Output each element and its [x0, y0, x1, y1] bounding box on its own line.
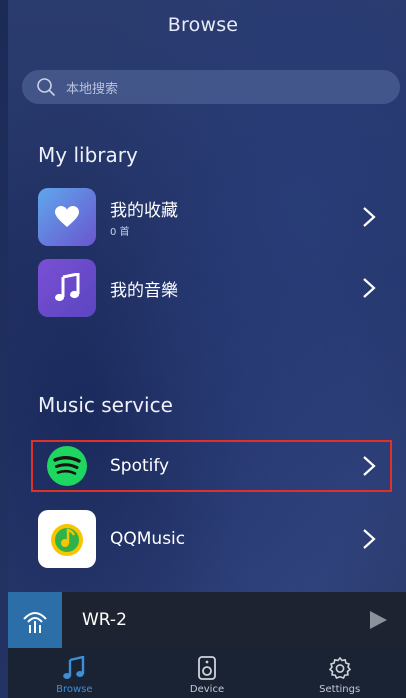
tab-browse-label: Browse — [56, 684, 93, 695]
favorites-count: 0 首 — [110, 227, 130, 238]
music-service-heading: Music service — [38, 393, 173, 417]
qqmusic-label: QQMusic — [110, 529, 186, 549]
qqmusic-icon — [51, 524, 83, 556]
tab-browse[interactable]: Browse — [8, 648, 141, 698]
service-item-qqmusic[interactable]: QQMusic — [30, 507, 400, 571]
device-name: WR-2 — [82, 610, 127, 630]
search-placeholder: 本地搜索 — [66, 81, 119, 97]
my-music-label: 我的音樂 — [110, 280, 178, 301]
search-input[interactable]: 本地搜索 — [22, 70, 400, 104]
tab-settings-label: Settings — [319, 684, 361, 695]
qqmusic-tile — [38, 510, 96, 568]
favorites-label: 我的收藏 — [110, 201, 178, 221]
left-edge — [0, 0, 8, 698]
tab-device[interactable]: Device — [141, 648, 274, 698]
spotify-highlight-box — [31, 440, 392, 492]
library-item-favorites[interactable]: 我的收藏 0 首 — [30, 185, 400, 249]
tab-device-label: Device — [189, 684, 225, 695]
music-note-icon — [55, 273, 80, 302]
tab-bar: Browse Device Settings — [8, 648, 406, 698]
chevron-right-icon — [363, 278, 376, 298]
my-library-heading: My library — [38, 143, 138, 167]
mini-player[interactable]: WR-2 — [8, 592, 406, 648]
chevron-right-icon — [363, 207, 376, 227]
music-note-icon — [63, 656, 85, 679]
wifi-speaker-icon — [23, 612, 47, 633]
favorites-tile — [38, 188, 96, 246]
chevron-right-icon — [363, 529, 376, 549]
page-title: Browse — [167, 14, 239, 36]
device-icon-tile — [8, 592, 62, 648]
tab-settings[interactable]: Settings — [273, 648, 406, 698]
speaker-icon — [198, 656, 216, 680]
gear-icon — [328, 656, 351, 679]
heart-icon — [55, 206, 79, 227]
library-item-my-music[interactable]: 我的音樂 — [30, 256, 400, 320]
search-icon — [37, 78, 56, 97]
my-music-tile — [38, 259, 96, 317]
play-icon[interactable] — [368, 610, 388, 630]
